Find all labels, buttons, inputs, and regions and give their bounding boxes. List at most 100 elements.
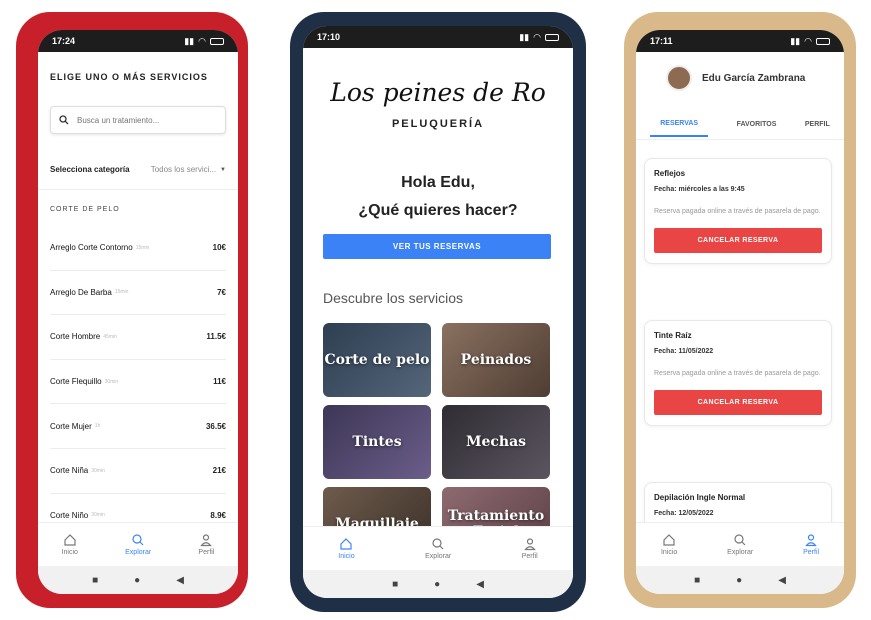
battery-icon [210, 37, 224, 45]
back-icon[interactable]: ◀ [476, 579, 484, 590]
reservation-title: Tinte Raíz [654, 331, 692, 340]
home-button-icon[interactable]: ● [736, 575, 742, 586]
home-icon [663, 534, 675, 546]
search-icon [432, 538, 444, 550]
search-box[interactable] [50, 106, 226, 134]
home-button-icon[interactable]: ● [434, 579, 440, 590]
discover-heading: Descubre los servicios [323, 290, 464, 306]
service-item[interactable]: Corte Hombre 45min 11.5€ [50, 315, 226, 360]
phone-services: 17:24 ▮▮◠ ELIGE UNO O MÁS SERVICIOS Sele… [16, 12, 248, 608]
tab-label: Inicio [61, 549, 78, 556]
user-icon [805, 534, 817, 547]
phone-home: 17:10 ▮▮ ◠ Los peines de Ro PELUQUERÍA Ho… [290, 12, 586, 612]
card-peinados[interactable]: Peinados [442, 323, 550, 397]
wifi-icon: ◠ [804, 35, 812, 46]
brand-subtitle: PELUQUERÍA [391, 118, 485, 130]
recents-icon[interactable]: ■ [694, 575, 700, 586]
profile-tabs: RESERVAS FAVORITOS PERFIL [636, 110, 844, 140]
group-heading: CORTE DE PELO [50, 206, 120, 213]
reservation-note: Reserva pagada online a través de pasare… [654, 370, 821, 377]
tab-perfil[interactable]: Perfil [522, 537, 538, 560]
search-icon [132, 534, 144, 546]
reservation-card: Tinte Raíz Fecha: 11/05/2022 Reserva pag… [644, 320, 832, 426]
service-item[interactable]: Corte Niña 30min 21€ [50, 449, 226, 494]
cancel-reservation-button[interactable]: CANCELAR RESERVA [654, 389, 822, 415]
service-name: Arreglo Corte Contorno [50, 243, 133, 253]
brand-logo: Los peines de Ro [330, 78, 546, 107]
service-name: Corte Flequillo [50, 377, 102, 387]
status-time: 17:10 [317, 32, 341, 42]
recents-icon[interactable]: ■ [92, 575, 98, 586]
tab-explorar[interactable]: Explorar [727, 533, 753, 556]
reservation-title: Reflejos [654, 169, 686, 178]
tab-inicio[interactable]: Inicio [661, 533, 677, 556]
search-input[interactable] [77, 115, 217, 125]
tab-perfil[interactable]: Perfil [803, 533, 819, 556]
status-bar: 17:24 ▮▮ ◠ [38, 30, 238, 52]
tab-label: Perfil [521, 553, 538, 560]
reservation-note: Reserva pagada online a través de pasare… [654, 208, 821, 215]
reservations-screen: 17:11 ▮▮ ◠ Edu García Zambrana RESERVAS F… [636, 30, 844, 594]
service-list: Arreglo Corte Contorno 15min 10€ Arreglo D… [50, 226, 226, 539]
view-reservations-button[interactable]: VER TUS RESERVAS [323, 234, 551, 259]
service-item[interactable]: Corte Flequillo 30min 11€ [50, 360, 226, 405]
tab-reservas[interactable]: RESERVAS [650, 112, 709, 137]
tab-perfil[interactable]: Perfil [198, 533, 214, 556]
card-tintes[interactable]: Tintes [323, 405, 431, 479]
category-select[interactable]: Selecciona categoría Todos los servici..… [38, 150, 238, 190]
system-nav: ■ ● ◀ [636, 566, 844, 594]
reservation-date: Fecha: 12/05/2022 [654, 510, 714, 517]
status-icons: ▮▮ ◠ [519, 32, 559, 43]
tab-perfil-top[interactable]: PERFIL [805, 121, 830, 128]
service-price: 11.5€ [206, 332, 226, 342]
status-icons: ▮▮ ◠ [184, 36, 224, 47]
signal-icon: ▮▮ [790, 35, 801, 46]
tab-inicio[interactable]: Inicio [338, 537, 355, 560]
back-icon[interactable]: ◀ [778, 575, 786, 586]
category-label: Selecciona categoría [50, 165, 130, 174]
tab-label: Inicio [338, 553, 355, 560]
home-icon [64, 534, 76, 546]
home-icon [340, 538, 353, 550]
search-icon [734, 534, 746, 546]
tab-label: Perfil [803, 549, 820, 556]
user-name: Edu García Zambrana [702, 72, 806, 84]
back-icon[interactable]: ◀ [176, 575, 184, 586]
card-corte[interactable]: Corte de pelo [323, 323, 431, 397]
tab-favoritos[interactable]: FAVORITOS [737, 121, 777, 128]
battery-icon [816, 37, 830, 45]
service-price: 21€ [212, 466, 226, 476]
home-button-icon[interactable]: ● [134, 575, 140, 586]
search-icon [59, 115, 69, 125]
status-time: 17:11 [650, 36, 673, 46]
wifi-icon: ◠ [533, 31, 541, 42]
service-duration: 15min [135, 244, 150, 251]
tab-explorar[interactable]: Explorar [125, 533, 151, 556]
service-name: Corte Mujer [50, 421, 92, 431]
cancel-reservation-button[interactable]: CANCELAR RESERVA [654, 227, 822, 253]
service-item[interactable]: Arreglo De Barba 15min 7€ [50, 271, 226, 316]
page-title: ELIGE UNO O MÁS SERVICIOS [50, 72, 208, 82]
reservation-title: Depilación Ingle Normal [654, 493, 746, 502]
tab-explorar[interactable]: Explorar [425, 537, 451, 560]
service-item[interactable]: Corte Mujer 1h 36.5€ [50, 404, 226, 449]
service-price: 11€ [213, 377, 226, 387]
tab-label: Explorar [727, 549, 754, 556]
service-item[interactable]: Arreglo Corte Contorno 15min 10€ [50, 226, 226, 271]
recents-icon[interactable]: ■ [392, 579, 398, 590]
service-name: Corte Niño [50, 510, 89, 520]
service-duration: 1h [94, 423, 101, 430]
service-price: 8.9€ [210, 510, 226, 520]
reservation-date: Fecha: miércoles a las 9:45 [654, 186, 745, 193]
service-duration: 30min [104, 378, 119, 385]
greeting-question: ¿Qué quieres hacer? [358, 202, 518, 219]
service-duration: 30min [91, 512, 105, 519]
category-value[interactable]: Todos los servici... [151, 165, 216, 174]
profile-header: Edu García Zambrana [636, 56, 844, 100]
tab-inicio[interactable]: Inicio [62, 533, 78, 556]
avatar [666, 65, 692, 91]
service-price: 36.5€ [205, 421, 226, 431]
card-mechas[interactable]: Mechas [442, 405, 550, 479]
service-name: Arreglo De Barba [50, 287, 112, 297]
reservation-date: Fecha: 11/05/2022 [654, 348, 714, 355]
